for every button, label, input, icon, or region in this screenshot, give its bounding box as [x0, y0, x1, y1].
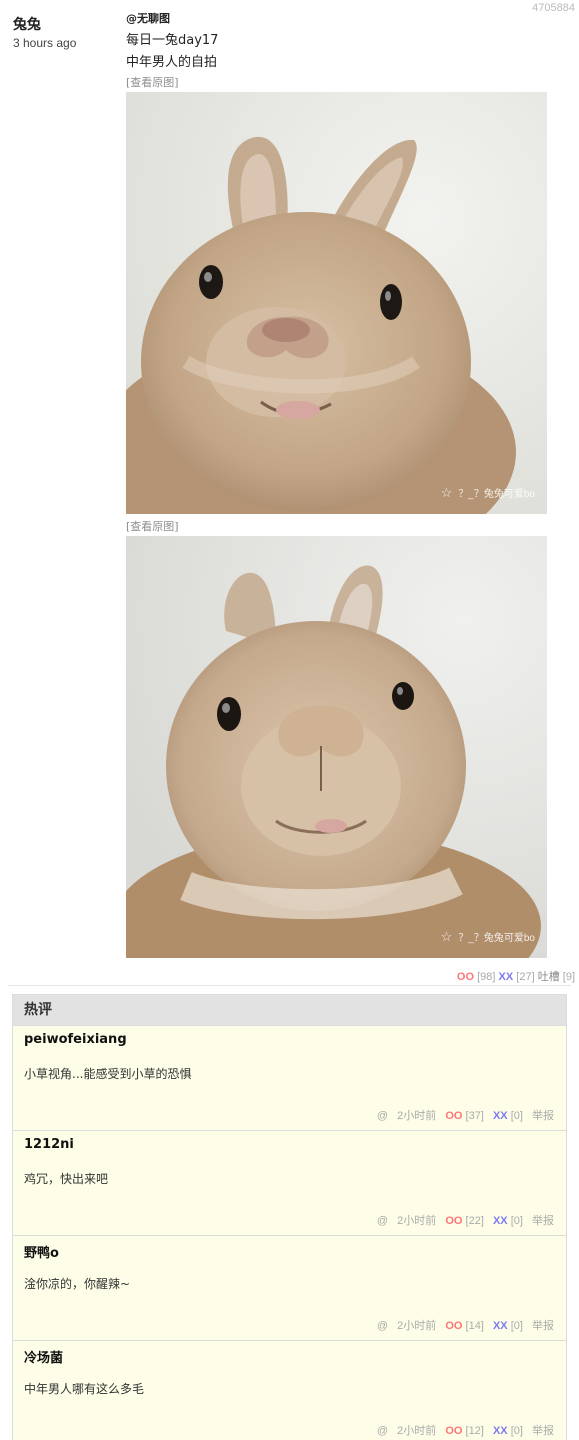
watermark-1: ☆ ？_？兔兔可爱bo — [440, 485, 535, 500]
report-link[interactable]: 举报 — [532, 1320, 554, 1332]
comment-xx-count: [0] — [510, 1425, 523, 1437]
rabbit-illustration-1 — [126, 92, 547, 514]
comment-meta: @ 2小时前 OO [37] XX [0] 举报 — [371, 1107, 554, 1123]
reply-at-button[interactable]: @ — [377, 1215, 388, 1227]
comment-item: 冷场菌 中年男人哪有这么多毛 @ 2小时前 OO [12] XX [0] 举报 — [13, 1340, 566, 1440]
comment-item: 1212ni 鸡冗，快出来吧 @ 2小时前 OO [22] XX [0] 举报 — [13, 1130, 566, 1235]
comment-author[interactable]: peiwofeixiang — [24, 1032, 127, 1047]
comment-meta: @ 2小时前 OO [22] XX [0] 举报 — [371, 1212, 554, 1228]
comment-item: peiwofeixiang 小草视角...能感受到小草的恐惧 @ 2小时前 OO… — [13, 1025, 566, 1130]
comment-xx-button[interactable]: XX — [493, 1110, 508, 1122]
comment-oo-button[interactable]: OO — [445, 1215, 462, 1227]
comment-xx-button[interactable]: XX — [493, 1320, 508, 1332]
post-author-block: 兔兔 3 hours ago — [13, 14, 113, 50]
comment-author[interactable]: 野鸭o — [24, 1242, 59, 1261]
post-content: @无聊图 每日一兔day17 中年男人的自拍 [查看原图] ☆ ？_？兔兔可爱b… — [126, 10, 566, 958]
rabbit-photo-1[interactable]: ☆ ？_？兔兔可爱bo — [126, 92, 547, 514]
comment-author[interactable]: 1212ni — [24, 1137, 74, 1152]
comment-time: 2小时前 — [397, 1215, 437, 1227]
post-text-line-2: 中年男人的自拍 — [126, 55, 218, 70]
reply-at-button[interactable]: @ — [377, 1320, 388, 1332]
hot-comments-title: 热评 — [13, 995, 566, 1025]
comment-xx-count: [0] — [510, 1320, 523, 1332]
comment-oo-button[interactable]: OO — [445, 1320, 462, 1332]
comment-xx-count: [0] — [510, 1215, 523, 1227]
post-text-line-1: 每日一兔day17 — [126, 33, 219, 48]
divider — [8, 985, 571, 986]
comment-xx-count: [0] — [510, 1110, 523, 1122]
reply-at-button[interactable]: @ — [377, 1110, 388, 1122]
post-time: 3 hours ago — [13, 36, 77, 50]
hot-comments-box: 热评 peiwofeixiang 小草视角...能感受到小草的恐惧 @ 2小时前… — [12, 994, 567, 1440]
comment-oo-button[interactable]: OO — [445, 1110, 462, 1122]
comment-text: 小草视角...能感受到小草的恐惧 — [24, 1067, 192, 1081]
comment-oo-count: [37] — [465, 1110, 484, 1122]
watermark-2: ☆ ？_？兔兔可爱bo — [440, 929, 535, 944]
oo-count: [98] — [477, 971, 496, 983]
comment-text: 淦你凉的，你醒辣~ — [24, 1277, 131, 1291]
tucao-count: [9] — [562, 971, 575, 983]
tucao-link[interactable]: 吐槽 — [538, 971, 560, 983]
view-original-link-2[interactable]: [查看原图] — [126, 518, 566, 534]
post-vote-bar: OO [98] XX [27] 吐槽 [9] — [457, 968, 575, 984]
report-link[interactable]: 举报 — [532, 1110, 554, 1122]
view-original-link-1[interactable]: [查看原图] — [126, 74, 566, 90]
comment-oo-count: [12] — [465, 1425, 484, 1437]
comment-author[interactable]: 冷场菌 — [24, 1347, 63, 1366]
comment-meta: @ 2小时前 OO [14] XX [0] 举报 — [371, 1317, 554, 1333]
comment-item: 野鸭o 淦你凉的，你醒辣~ @ 2小时前 OO [14] XX [0] 举报 — [13, 1235, 566, 1340]
comment-time: 2小时前 — [397, 1425, 437, 1437]
comment-meta: @ 2小时前 OO [12] XX [0] 举报 — [371, 1422, 554, 1438]
comment-time: 2小时前 — [397, 1320, 437, 1332]
comment-oo-count: [14] — [465, 1320, 484, 1332]
xx-count: [27] — [516, 971, 535, 983]
oo-vote-button[interactable]: OO — [457, 971, 474, 983]
rabbit-photo-2[interactable]: ☆ ？_？兔兔可爱bo — [126, 536, 547, 958]
report-link[interactable]: 举报 — [532, 1215, 554, 1227]
xx-vote-button[interactable]: XX — [499, 971, 514, 983]
comment-oo-button[interactable]: OO — [445, 1425, 462, 1437]
mention-link[interactable]: @无聊图 — [126, 10, 566, 26]
comment-xx-button[interactable]: XX — [493, 1425, 508, 1437]
report-link[interactable]: 举报 — [532, 1425, 554, 1437]
comment-oo-count: [22] — [465, 1215, 484, 1227]
reply-at-button[interactable]: @ — [377, 1425, 388, 1437]
comment-text: 中年男人哪有这么多毛 — [24, 1382, 145, 1396]
comment-xx-button[interactable]: XX — [493, 1215, 508, 1227]
comment-time: 2小时前 — [397, 1110, 437, 1122]
comment-text: 鸡冗，快出来吧 — [24, 1172, 109, 1186]
post-author-name[interactable]: 兔兔 — [13, 14, 113, 34]
rabbit-illustration-2 — [126, 536, 547, 958]
